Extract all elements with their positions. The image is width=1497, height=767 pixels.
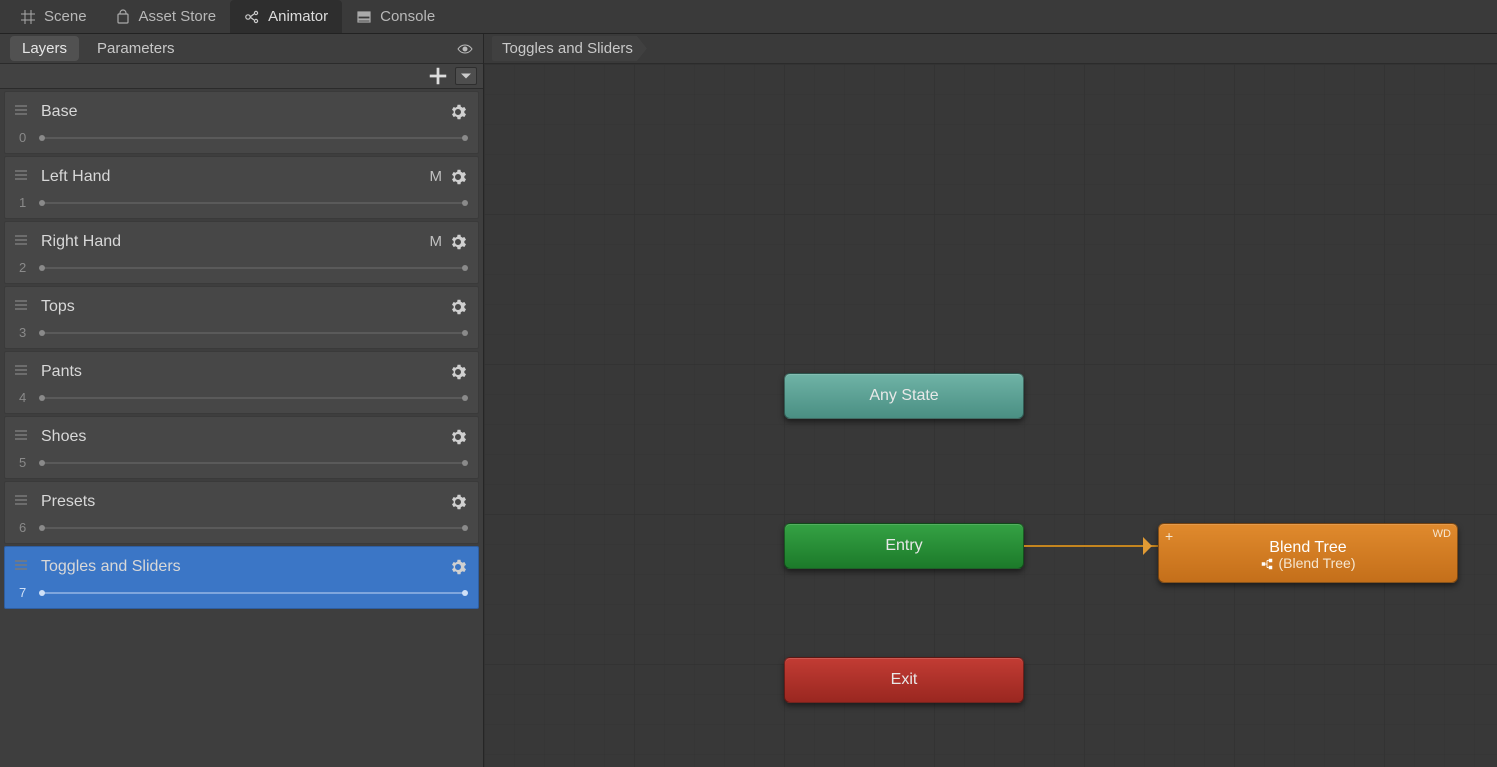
drag-handle-icon[interactable] bbox=[15, 492, 27, 508]
tab-console[interactable]: Console bbox=[342, 0, 449, 33]
drag-handle-icon[interactable] bbox=[15, 362, 27, 378]
layer-item[interactable]: 7 Toggles and Sliders bbox=[4, 546, 479, 609]
layer-weight-slider[interactable] bbox=[41, 202, 466, 204]
subtab-bar: Layers Parameters bbox=[0, 34, 483, 64]
breadcrumb: Toggles and Sliders bbox=[484, 34, 1497, 64]
node-blend-tree[interactable]: + WD Blend Tree (Blend Tree) bbox=[1158, 523, 1458, 583]
layer-index: 7 bbox=[19, 585, 26, 600]
node-label: Any State bbox=[869, 387, 938, 405]
layer-weight-slider[interactable] bbox=[41, 592, 466, 594]
layer-index: 3 bbox=[19, 325, 26, 340]
layer-weight-slider[interactable] bbox=[41, 137, 466, 139]
drag-handle-icon[interactable] bbox=[15, 167, 27, 183]
gear-icon[interactable] bbox=[450, 494, 466, 510]
mask-indicator: M bbox=[430, 233, 443, 250]
layer-index: 1 bbox=[19, 195, 26, 210]
layer-name: Base bbox=[41, 103, 77, 121]
layer-item[interactable]: 4 Pants bbox=[4, 351, 479, 414]
layer-options-dropdown[interactable] bbox=[455, 67, 477, 85]
layers-toolbar bbox=[0, 64, 483, 89]
tab-label: Animator bbox=[268, 8, 328, 25]
layer-index: 2 bbox=[19, 260, 26, 275]
layer-index: 6 bbox=[19, 520, 26, 535]
subtab-parameters[interactable]: Parameters bbox=[85, 36, 187, 61]
layer-name: Tops bbox=[41, 298, 75, 316]
gear-icon[interactable] bbox=[450, 429, 466, 445]
animator-graph-canvas[interactable]: Any State Entry + WD Blend Tree (Blend T… bbox=[484, 64, 1497, 767]
add-layer-button[interactable] bbox=[427, 67, 449, 85]
layer-index: 4 bbox=[19, 390, 26, 405]
breadcrumb-root[interactable]: Toggles and Sliders bbox=[492, 36, 647, 61]
node-any-state[interactable]: Any State bbox=[784, 373, 1024, 419]
drag-handle-icon[interactable] bbox=[15, 232, 27, 248]
write-defaults-badge: WD bbox=[1433, 528, 1451, 540]
layer-item[interactable]: 6 Presets bbox=[4, 481, 479, 544]
gear-icon[interactable] bbox=[450, 104, 466, 120]
plus-icon: + bbox=[1165, 528, 1173, 544]
node-label: Blend Tree bbox=[1269, 539, 1346, 557]
layer-weight-slider[interactable] bbox=[41, 527, 466, 529]
drag-handle-icon[interactable] bbox=[15, 427, 27, 443]
node-sublabel: (Blend Tree) bbox=[1260, 556, 1355, 571]
layer-weight-slider[interactable] bbox=[41, 267, 466, 269]
tab-label: Console bbox=[380, 8, 435, 25]
gear-icon[interactable] bbox=[450, 364, 466, 380]
layer-name: Toggles and Sliders bbox=[41, 558, 181, 576]
node-entry[interactable]: Entry bbox=[784, 523, 1024, 569]
console-icon bbox=[356, 9, 372, 25]
tab-label: Scene bbox=[44, 8, 87, 25]
layers-list: 0 Base 1 Left Hand M 2 Right Hand M 3 Tops 4 Pants 5… bbox=[0, 89, 483, 767]
drag-handle-icon[interactable] bbox=[15, 557, 27, 573]
layer-index: 0 bbox=[19, 130, 26, 145]
drag-handle-icon[interactable] bbox=[15, 297, 27, 313]
tab-animator[interactable]: Animator bbox=[230, 0, 342, 33]
node-label: Exit bbox=[891, 671, 918, 689]
layer-name: Pants bbox=[41, 363, 82, 381]
layer-item[interactable]: 1 Left Hand M bbox=[4, 156, 479, 219]
layer-item[interactable]: 5 Shoes bbox=[4, 416, 479, 479]
tab-bar: Scene Asset Store Animator Console bbox=[0, 0, 1497, 34]
layer-weight-slider[interactable] bbox=[41, 397, 466, 399]
drag-handle-icon[interactable] bbox=[15, 102, 27, 118]
animator-icon bbox=[244, 9, 260, 25]
gear-icon[interactable] bbox=[450, 234, 466, 250]
layer-index: 5 bbox=[19, 455, 26, 470]
layer-weight-slider[interactable] bbox=[41, 462, 466, 464]
layer-name: Shoes bbox=[41, 428, 86, 446]
layer-item[interactable]: 3 Tops bbox=[4, 286, 479, 349]
layers-panel: Layers Parameters 0 Base 1 Left Hand M 2 Right… bbox=[0, 34, 484, 767]
layer-name: Presets bbox=[41, 493, 95, 511]
gear-icon[interactable] bbox=[450, 299, 466, 315]
transition-arrow bbox=[1024, 545, 1159, 547]
layer-weight-slider[interactable] bbox=[41, 332, 466, 334]
layer-item[interactable]: 2 Right Hand M bbox=[4, 221, 479, 284]
node-label: Entry bbox=[885, 537, 922, 555]
gear-icon[interactable] bbox=[450, 169, 466, 185]
layer-name: Right Hand bbox=[41, 233, 121, 251]
layer-name: Left Hand bbox=[41, 168, 110, 186]
tab-scene[interactable]: Scene bbox=[6, 0, 101, 33]
visibility-icon[interactable] bbox=[457, 41, 473, 57]
gear-icon[interactable] bbox=[450, 559, 466, 575]
node-exit[interactable]: Exit bbox=[784, 657, 1024, 703]
grid-icon bbox=[20, 9, 36, 25]
tab-label: Asset Store bbox=[139, 8, 217, 25]
bag-icon bbox=[115, 9, 131, 25]
layer-item[interactable]: 0 Base bbox=[4, 91, 479, 154]
tab-asset-store[interactable]: Asset Store bbox=[101, 0, 231, 33]
subtab-layers[interactable]: Layers bbox=[10, 36, 79, 61]
mask-indicator: M bbox=[430, 168, 443, 185]
